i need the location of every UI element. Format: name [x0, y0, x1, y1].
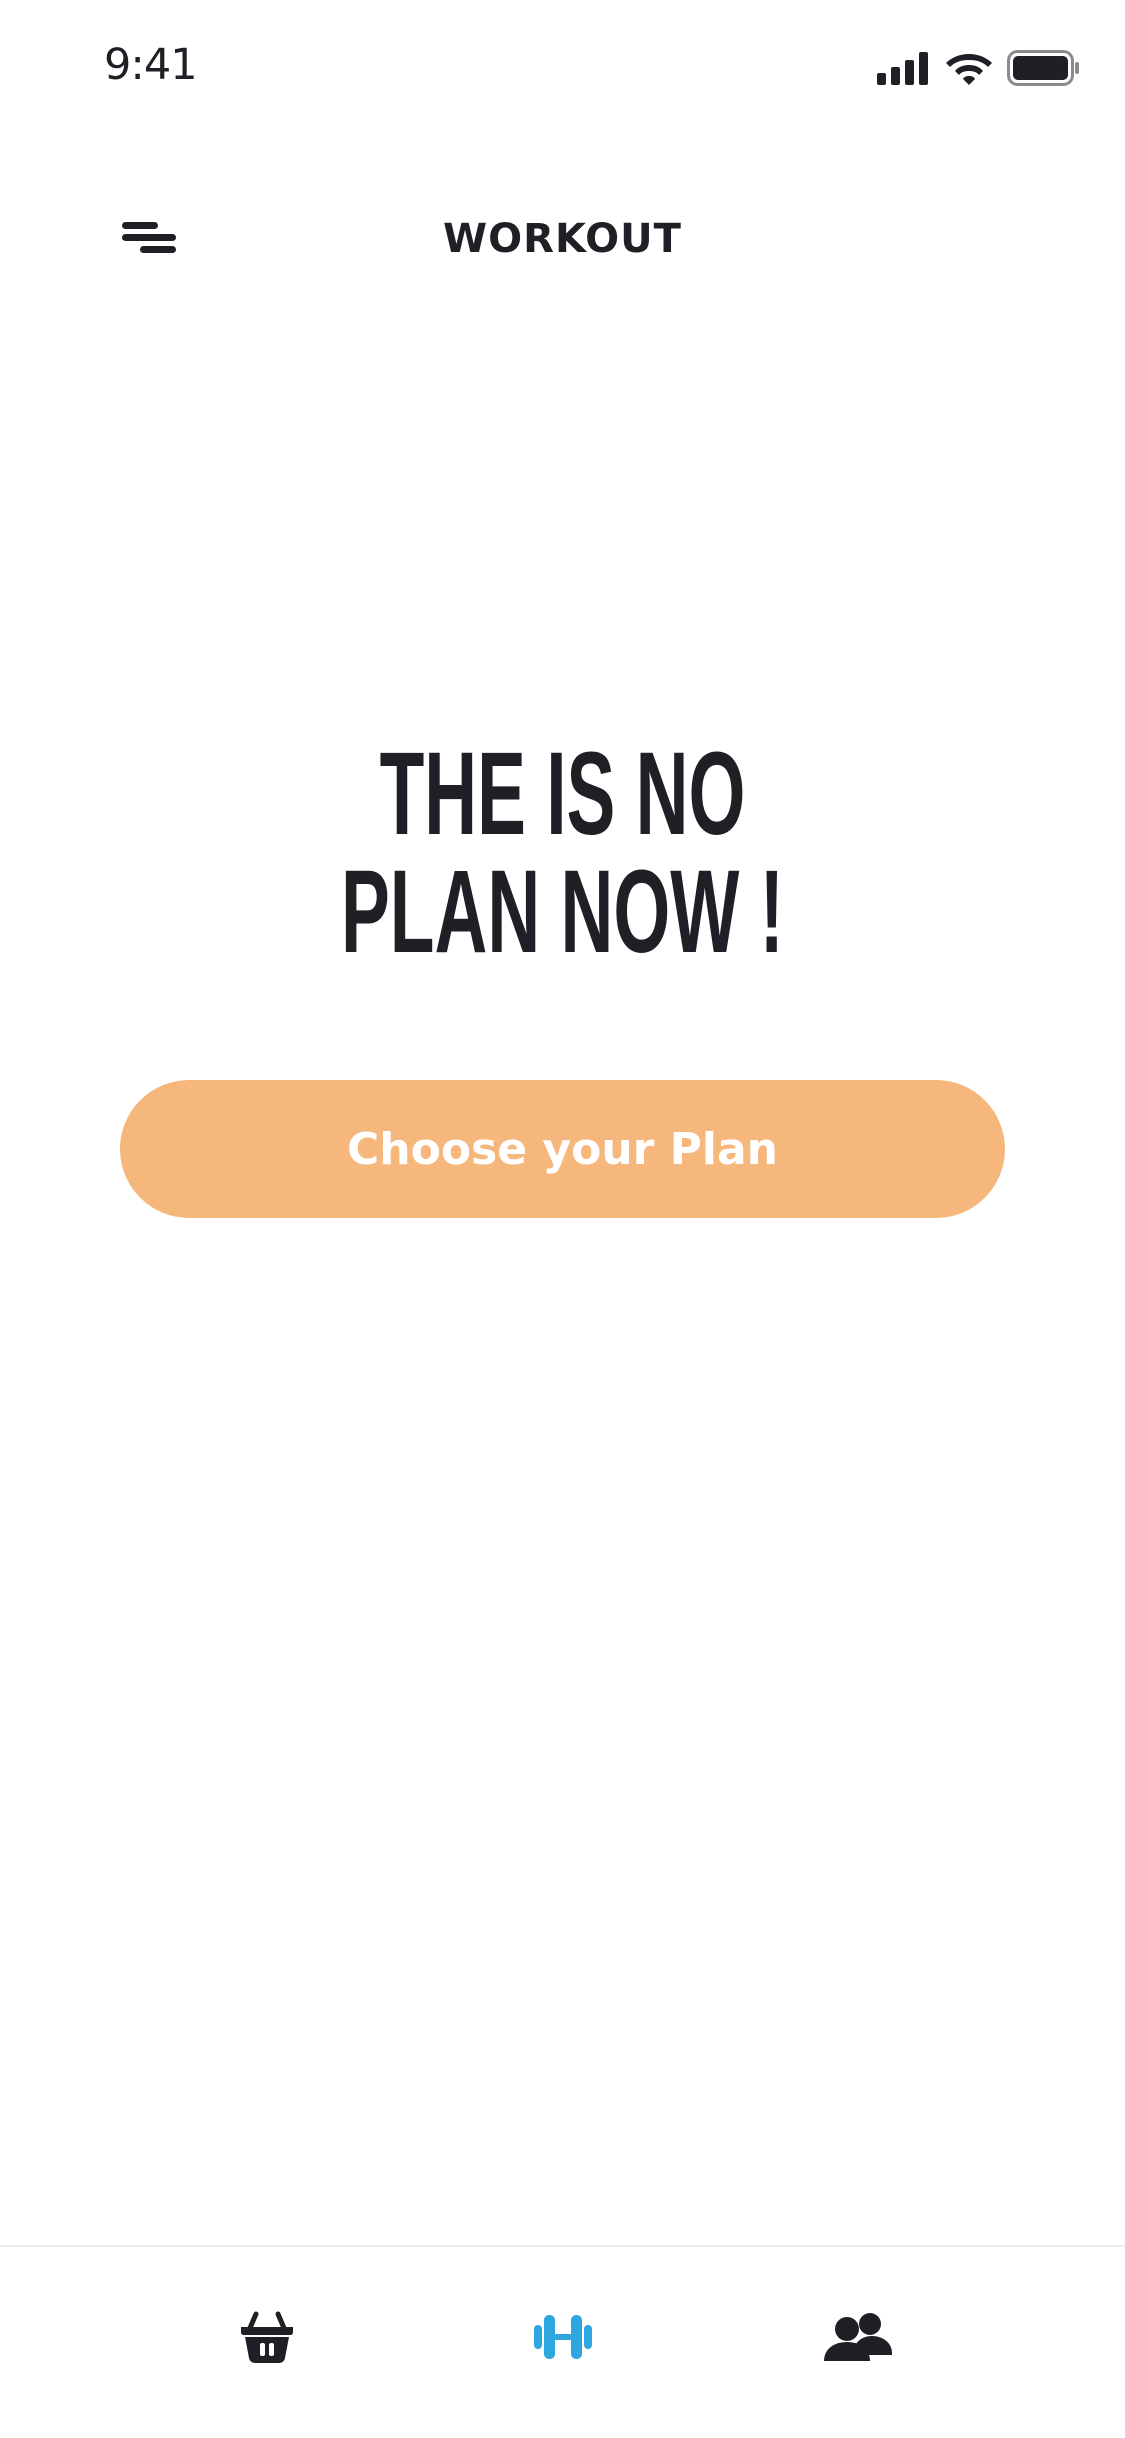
- battery-icon: [1007, 50, 1079, 86]
- basket-icon: [241, 2311, 293, 2363]
- nav-item-workout[interactable]: [518, 2297, 608, 2377]
- page-title: WORKOUT: [443, 216, 682, 262]
- status-bar: 9:41: [0, 0, 1125, 132]
- empty-state-line-1: THE IS NO: [379, 728, 746, 860]
- nav-item-shop[interactable]: [222, 2297, 312, 2377]
- dumbbell-icon: [534, 2315, 592, 2359]
- empty-state-line-2: PLAN NOW !: [341, 846, 784, 978]
- status-icons: [877, 50, 1081, 86]
- cellular-signal-icon: [877, 52, 928, 85]
- nav-item-community[interactable]: [813, 2297, 903, 2377]
- empty-state-heading: THE IS NO PLAN NOW !: [214, 735, 912, 971]
- users-icon: [824, 2313, 892, 2361]
- header: WORKOUT: [0, 190, 1125, 290]
- bottom-nav: [0, 2245, 1125, 2438]
- choose-plan-button[interactable]: Choose your Plan: [120, 1080, 1005, 1218]
- wifi-icon: [946, 54, 992, 85]
- status-time: 9:41: [104, 40, 198, 90]
